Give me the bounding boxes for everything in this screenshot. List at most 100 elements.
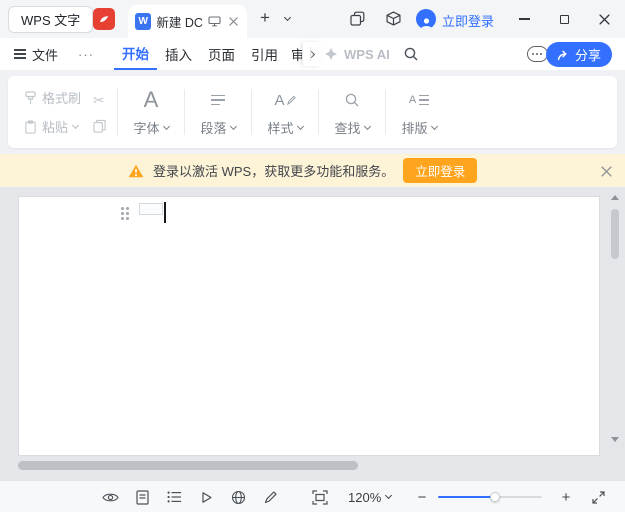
horizontal-scrollbar-thumb[interactable] bbox=[18, 461, 358, 470]
new-tab-button[interactable]: + bbox=[254, 7, 276, 29]
maximize-button[interactable] bbox=[552, 8, 576, 30]
tab-home[interactable]: 开始 bbox=[114, 38, 157, 70]
chevron-right-icon bbox=[307, 50, 315, 58]
tab-page[interactable]: 页面 bbox=[200, 38, 243, 70]
login-banner: 登录以激活 WPS，获取更多功能和服务。 立即登录 bbox=[0, 154, 625, 187]
format-painter-button[interactable]: 格式刷 bbox=[24, 88, 81, 107]
page-view-icon[interactable] bbox=[134, 489, 151, 506]
search-icon bbox=[404, 47, 418, 61]
read-mode-icon[interactable] bbox=[198, 489, 215, 506]
vertical-scrollbar[interactable] bbox=[608, 193, 622, 444]
outline-view-icon[interactable] bbox=[166, 489, 183, 506]
chevron-down-icon bbox=[162, 122, 170, 130]
banner-message: 登录以激活 WPS，获取更多功能和服务。 bbox=[153, 164, 395, 179]
font-icon: A bbox=[143, 87, 159, 112]
horizontal-scrollbar[interactable] bbox=[18, 461, 595, 470]
ribbon-card: 格式刷 粘贴 ✂ A 字体 段落 A 样式 查找 A 排版 bbox=[8, 76, 617, 148]
format-painter-icon bbox=[24, 90, 37, 105]
app-home-tab-label: WPS 文字 bbox=[21, 13, 81, 28]
style-group-button[interactable]: A 样式 bbox=[255, 87, 315, 137]
file-menu[interactable]: 文件 bbox=[14, 38, 58, 70]
paste-button[interactable]: 粘贴 bbox=[24, 117, 81, 136]
style-group-label: 样式 bbox=[267, 121, 294, 136]
tab-reference[interactable]: 引用 bbox=[243, 38, 286, 70]
writer-doc-icon: W bbox=[135, 13, 152, 30]
share-button[interactable]: 分享 bbox=[545, 42, 612, 67]
eye-protect-icon[interactable] bbox=[102, 489, 119, 506]
chevron-down-icon bbox=[363, 122, 371, 130]
scroll-down-arrow-icon[interactable] bbox=[611, 437, 619, 442]
ribbon: 格式刷 粘贴 ✂ A 字体 段落 A 样式 查找 A 排版 bbox=[0, 70, 625, 154]
fit-page-icon bbox=[312, 489, 328, 505]
paragraph-icon bbox=[211, 87, 226, 113]
banner-close-button[interactable] bbox=[597, 162, 615, 180]
chevron-down-icon bbox=[296, 122, 304, 130]
edit-pen-icon[interactable] bbox=[262, 489, 279, 506]
menubar: 文件 ··· 开始 插入 页面 引用 审 WPS AI 分享 bbox=[0, 38, 625, 70]
find-icon bbox=[344, 87, 360, 113]
clipboard-group: 格式刷 粘贴 ✂ bbox=[8, 88, 114, 136]
fullscreen-icon bbox=[592, 490, 605, 504]
ribbon-tabs: 开始 插入 页面 引用 审 bbox=[114, 38, 321, 70]
zoom-out-button[interactable]: − bbox=[414, 481, 430, 513]
account-avatar[interactable] bbox=[416, 9, 436, 29]
paragraph-group-button[interactable]: 段落 bbox=[188, 87, 248, 137]
document-tab-close-icon[interactable] bbox=[226, 15, 240, 29]
ellipsis-circle-icon bbox=[526, 46, 548, 62]
vertical-scrollbar-thumb[interactable] bbox=[611, 209, 619, 259]
tabs-overflow-button[interactable] bbox=[303, 42, 321, 66]
paragraph-group-label: 段落 bbox=[200, 121, 227, 136]
docer-icon[interactable] bbox=[93, 8, 115, 30]
find-group-label: 查找 bbox=[334, 121, 361, 136]
more-menus-button[interactable]: ··· bbox=[78, 38, 94, 70]
divider bbox=[251, 89, 253, 135]
cut-button[interactable]: ✂ bbox=[93, 92, 106, 109]
zoom-slider[interactable] bbox=[438, 481, 542, 513]
close-button[interactable] bbox=[592, 8, 616, 30]
file-menu-label: 文件 bbox=[32, 47, 59, 63]
document-tab-title: 新建 DC bbox=[156, 16, 203, 30]
fit-page-button[interactable] bbox=[312, 481, 328, 513]
text-cursor bbox=[164, 202, 166, 223]
document-area bbox=[0, 187, 625, 480]
tab-review-clipped[interactable]: 审 bbox=[286, 38, 302, 70]
search-button[interactable] bbox=[399, 38, 423, 70]
divider bbox=[117, 89, 119, 135]
app-center-icon[interactable] bbox=[386, 11, 401, 26]
multi-window-icon[interactable] bbox=[350, 11, 365, 26]
login-link[interactable]: 立即登录 bbox=[442, 11, 494, 30]
document-tab[interactable]: W 新建 DC bbox=[128, 5, 247, 38]
divider bbox=[385, 89, 387, 135]
banner-login-button[interactable]: 立即登录 bbox=[403, 158, 478, 183]
app-home-tab[interactable]: WPS 文字 bbox=[8, 6, 94, 33]
style-icon: A bbox=[275, 87, 296, 113]
style-icon-letter: A bbox=[274, 91, 285, 109]
wps-ai-button[interactable]: WPS AI bbox=[324, 38, 390, 70]
font-group-button[interactable]: A 字体 bbox=[121, 87, 181, 137]
zoom-level-value: 120% bbox=[348, 489, 382, 505]
pen-icon bbox=[286, 95, 296, 105]
fullscreen-button[interactable] bbox=[592, 481, 605, 513]
toolbar-more-button[interactable] bbox=[526, 38, 548, 70]
paragraph-drag-handle-icon[interactable] bbox=[121, 207, 129, 220]
document-page[interactable] bbox=[18, 196, 600, 456]
minimize-icon bbox=[518, 18, 530, 20]
scissors-icon: ✂ bbox=[93, 91, 105, 108]
copy-button[interactable] bbox=[93, 119, 106, 133]
paste-icon bbox=[24, 119, 37, 134]
close-icon bbox=[598, 13, 610, 25]
minimize-button[interactable] bbox=[512, 8, 536, 30]
zoom-in-button[interactable]: + bbox=[558, 481, 574, 513]
find-group-button[interactable]: 查找 bbox=[322, 87, 382, 137]
layout-group-label: 排版 bbox=[401, 121, 428, 136]
layout-group-button[interactable]: A 排版 bbox=[389, 87, 449, 137]
tab-insert[interactable]: 插入 bbox=[157, 38, 200, 70]
maximize-icon bbox=[559, 14, 569, 24]
tab-list-chevron-icon[interactable] bbox=[280, 12, 294, 26]
zoom-level-button[interactable]: 120% bbox=[348, 481, 393, 513]
close-icon bbox=[600, 165, 612, 177]
web-layout-icon[interactable] bbox=[230, 489, 247, 506]
divider bbox=[310, 47, 311, 61]
scroll-up-arrow-icon[interactable] bbox=[611, 195, 619, 200]
zoom-slider-handle[interactable] bbox=[490, 492, 500, 502]
